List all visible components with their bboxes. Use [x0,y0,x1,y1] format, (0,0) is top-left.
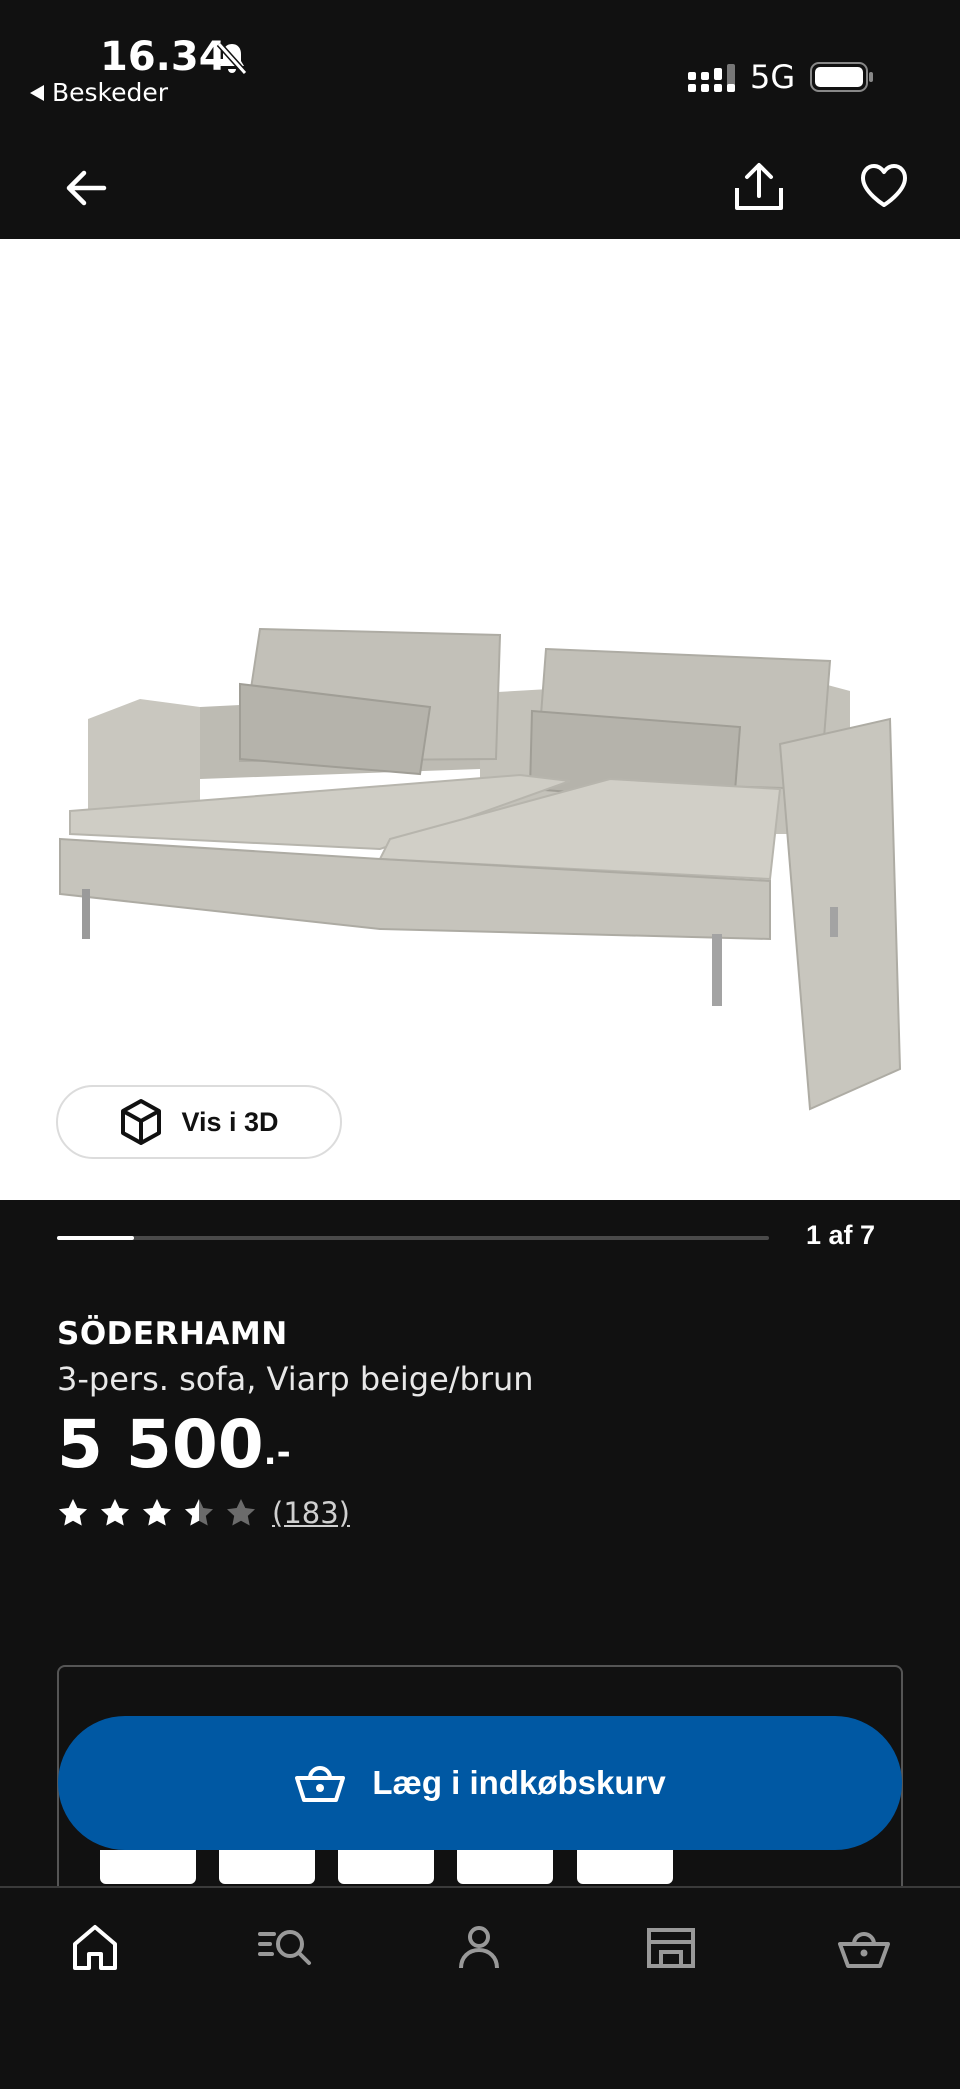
price-value: 5 500 [57,1406,264,1483]
back-arrow-icon[interactable] [62,164,110,212]
profile-icon[interactable] [447,1916,511,1980]
share-icon[interactable] [732,160,786,214]
star-icon [59,1499,87,1526]
add-to-cart-label: Læg i indkøbskurv [372,1764,666,1801]
back-app-label: Beskeder [52,78,169,107]
star-icon [143,1499,171,1526]
swatch-1[interactable] [100,1850,196,1884]
bell-slash-icon [216,41,248,76]
signal-icon [688,64,735,92]
star-icon [227,1499,255,1526]
add-to-cart-button[interactable]: Læg i indkøbskurv [58,1716,902,1850]
product-price: 5 500 .- [57,1406,291,1483]
swatch-5[interactable] [577,1850,673,1884]
home-icon[interactable] [63,1916,127,1980]
product-image-area[interactable]: Vis i 3D [0,239,960,1200]
back-triangle-icon [30,84,44,101]
product-description: 3-pers. sofa, Viarp beige/brun [57,1360,534,1398]
search-icon[interactable] [254,1916,318,1980]
gallery-pager: 1 af 7 [806,1220,876,1250]
back-to-app-link[interactable]: Beskeder [30,78,168,107]
basket-icon[interactable] [832,1916,896,1980]
battery-icon [810,62,873,92]
star-icon [101,1499,129,1526]
star-icon [185,1499,213,1526]
swatch-2[interactable] [219,1850,315,1884]
gallery-progress-fill [57,1236,134,1240]
swatch-4[interactable] [457,1850,553,1884]
swatch-3[interactable] [338,1850,434,1884]
view-3d-label: Vis i 3D [181,1106,279,1137]
review-count-link[interactable]: (183) [272,1496,350,1530]
cube-3d-icon [121,1099,162,1145]
rating-stars[interactable] [57,1497,257,1529]
network-label: 5G [750,58,796,96]
basket-icon [295,1766,346,1802]
view-3d-button[interactable]: Vis i 3D [56,1085,342,1159]
heart-icon[interactable] [858,160,910,212]
store-icon[interactable] [639,1916,703,1980]
price-suffix: .- [263,1433,291,1473]
product-name[interactable]: SÖDERHAMN [57,1316,288,1352]
gallery-progress [57,1236,769,1240]
status-time: 16.34 [100,34,227,80]
